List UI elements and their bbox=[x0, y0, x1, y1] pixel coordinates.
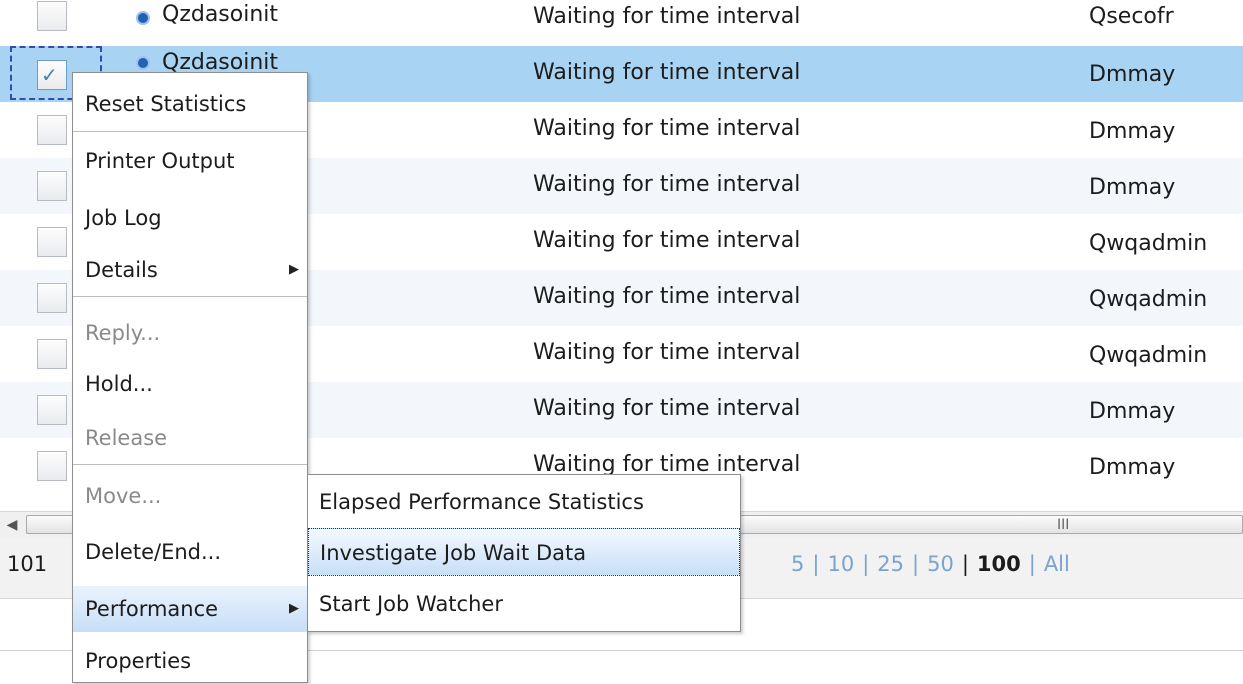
menu-item-printer-output[interactable]: Printer Output bbox=[73, 138, 307, 184]
submenu-arrow-icon: ▶ bbox=[289, 601, 299, 616]
page-size-25[interactable]: 25 bbox=[877, 552, 904, 576]
page-size-5[interactable]: 5 bbox=[791, 552, 804, 576]
menu-item-label: Performance bbox=[85, 597, 219, 621]
table-row[interactable]: Qzdasoinit Waiting for time interval Qse… bbox=[0, 0, 1243, 46]
menu-item-performance[interactable]: Performance ▶ bbox=[73, 586, 307, 632]
submenu-item-investigate-job-wait-data[interactable]: Investigate Job Wait Data bbox=[308, 528, 740, 576]
row-checkbox[interactable] bbox=[37, 115, 67, 145]
job-user: Dmmay bbox=[1089, 119, 1176, 144]
menu-item-reply: Reply... bbox=[85, 321, 161, 345]
job-status-icon bbox=[136, 11, 150, 25]
row-checkbox[interactable] bbox=[37, 171, 67, 201]
job-user: Qwqadmin bbox=[1089, 287, 1208, 312]
menu-separator bbox=[73, 464, 307, 465]
job-status: Waiting for time interval bbox=[533, 284, 801, 309]
page-size-50[interactable]: 50 bbox=[927, 552, 954, 576]
page-size-selector: 5 | 10 | 25 | 50 | 100 | All bbox=[791, 552, 1070, 576]
menu-separator bbox=[73, 296, 307, 297]
submenu-item-start-job-watcher[interactable]: Start Job Watcher bbox=[308, 580, 740, 628]
total-count: 101 bbox=[7, 552, 48, 576]
job-user: Qsecofr bbox=[1089, 4, 1174, 29]
job-status: Waiting for time interval bbox=[533, 396, 801, 421]
job-user: Dmmay bbox=[1089, 62, 1176, 87]
row-checkbox[interactable] bbox=[37, 227, 67, 257]
menu-item-delete-end[interactable]: Delete/End... bbox=[73, 529, 307, 575]
page-size-10[interactable]: 10 bbox=[827, 552, 854, 576]
page-size-all[interactable]: All bbox=[1044, 552, 1070, 576]
job-name[interactable]: Qzdasoinit bbox=[162, 2, 278, 27]
row-checkbox[interactable] bbox=[37, 283, 67, 313]
menu-item-label: Details bbox=[85, 258, 158, 282]
row-checkbox[interactable] bbox=[37, 1, 67, 31]
menu-separator bbox=[73, 131, 307, 132]
performance-submenu: Elapsed Performance Statistics Investiga… bbox=[307, 474, 741, 632]
job-status: Waiting for time interval bbox=[533, 60, 801, 85]
job-user: Dmmay bbox=[1089, 455, 1176, 480]
menu-item-job-log[interactable]: Job Log bbox=[73, 195, 307, 241]
job-status: Waiting for time interval bbox=[533, 4, 801, 29]
row-checkbox[interactable] bbox=[37, 451, 67, 481]
job-status: Waiting for time interval bbox=[533, 228, 801, 253]
row-checkbox[interactable] bbox=[37, 339, 67, 369]
job-user: Dmmay bbox=[1089, 399, 1176, 424]
job-user: Qwqadmin bbox=[1089, 231, 1208, 256]
row-checkbox[interactable] bbox=[37, 395, 67, 425]
menu-item-reset-statistics[interactable]: Reset Statistics bbox=[73, 81, 307, 127]
job-status: Waiting for time interval bbox=[533, 172, 801, 197]
job-user: Dmmay bbox=[1089, 175, 1176, 200]
scroll-left-icon[interactable]: ◀ bbox=[0, 512, 24, 538]
submenu-arrow-icon: ▶ bbox=[289, 262, 299, 277]
job-user: Qwqadmin bbox=[1089, 343, 1208, 368]
job-status: Waiting for time interval bbox=[533, 116, 801, 141]
job-status-icon bbox=[136, 56, 150, 70]
submenu-item-elapsed-performance-statistics[interactable]: Elapsed Performance Statistics bbox=[308, 478, 740, 526]
menu-item-hold[interactable]: Hold... bbox=[73, 361, 307, 407]
menu-item-properties[interactable]: Properties bbox=[73, 638, 307, 684]
context-menu: Reset Statistics Printer Output Job Log … bbox=[72, 72, 308, 683]
menu-item-move: Move... bbox=[85, 484, 162, 508]
page-size-100-current: 100 bbox=[976, 552, 1021, 576]
menu-item-details[interactable]: Details ▶ bbox=[73, 247, 307, 293]
job-status: Waiting for time interval bbox=[533, 340, 801, 365]
scroll-grip-icon: III bbox=[1057, 517, 1070, 533]
menu-item-release: Release bbox=[85, 426, 168, 450]
